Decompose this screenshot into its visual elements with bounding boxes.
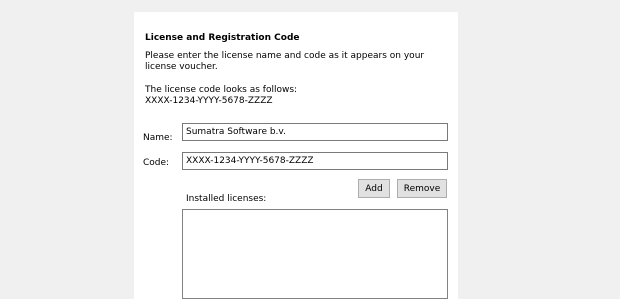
- code-input[interactable]: [182, 152, 448, 170]
- installed-licenses-list[interactable]: [182, 209, 448, 299]
- section-title: License and Registration Code: [145, 33, 300, 43]
- name-input[interactable]: [182, 123, 448, 141]
- add-button[interactable]: Add: [358, 179, 390, 198]
- format-example-text: XXXX-1234-YYYY-5678-ZZZZ: [145, 96, 273, 106]
- code-label: Code:: [143, 158, 170, 168]
- name-label: Name:: [143, 133, 173, 143]
- instructions-text: Please enter the license name and code a…: [145, 51, 425, 72]
- format-intro-text: The license code looks as follows:: [145, 85, 298, 95]
- format-hint: The license code looks as follows: XXXX-…: [145, 85, 445, 107]
- remove-button[interactable]: Remove: [397, 179, 447, 198]
- installed-licenses-label: Installed licenses:: [186, 194, 267, 204]
- license-panel: License and Registration Code Please ent…: [134, 12, 458, 299]
